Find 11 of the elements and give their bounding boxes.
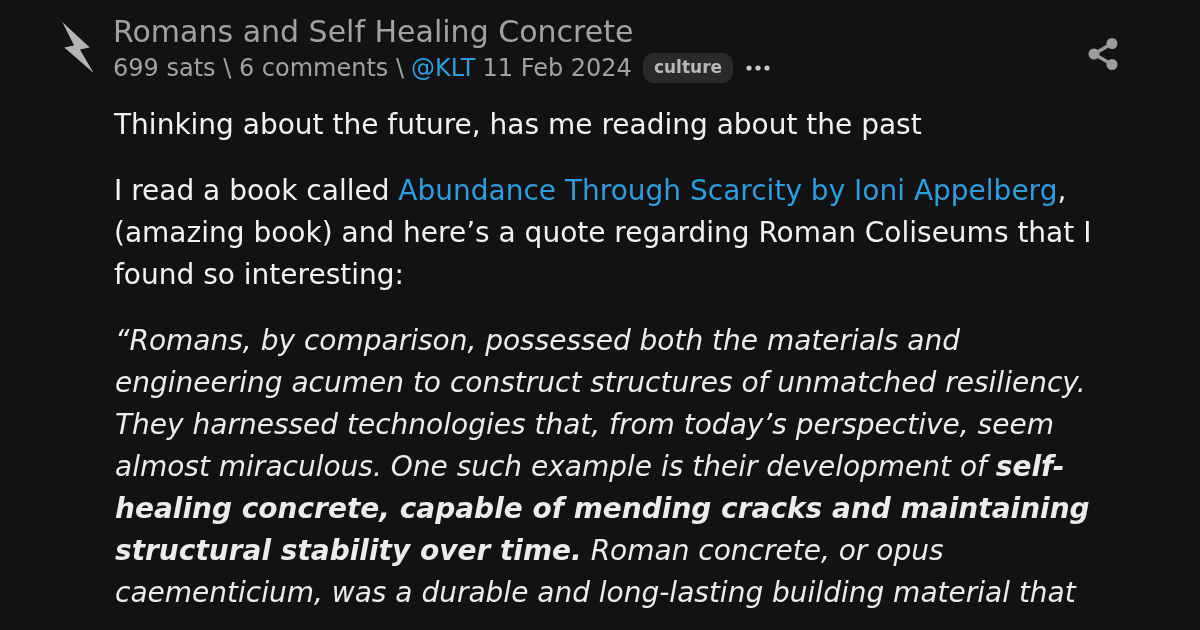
- post-meta-text: 699 sats \ 6 comments \: [113, 54, 405, 82]
- body-paragraph: Thinking about the future, has me reading about the past: [114, 107, 923, 143]
- lightning-bolt-icon[interactable]: [60, 22, 94, 73]
- tag-badge[interactable]: culture: [642, 53, 734, 83]
- post-meta-text: 11 Feb 2024: [482, 54, 632, 82]
- more-options-icon[interactable]: [746, 65, 771, 71]
- book-link[interactable]: Abundance Through Scarcity by Ioni Appelberg: [398, 174, 1058, 207]
- share-icon[interactable]: [1088, 38, 1118, 70]
- author-link[interactable]: @KLT: [411, 54, 476, 82]
- post-title[interactable]: Romans and Self Healing Concrete: [113, 13, 634, 51]
- body-paragraph: I read a book called Abundance Through Scarcity by Ioni Appelberg, (amazing book) and here’s a quote regarding Roman Coliseums that I found so interesting:: [114, 173, 1093, 293]
